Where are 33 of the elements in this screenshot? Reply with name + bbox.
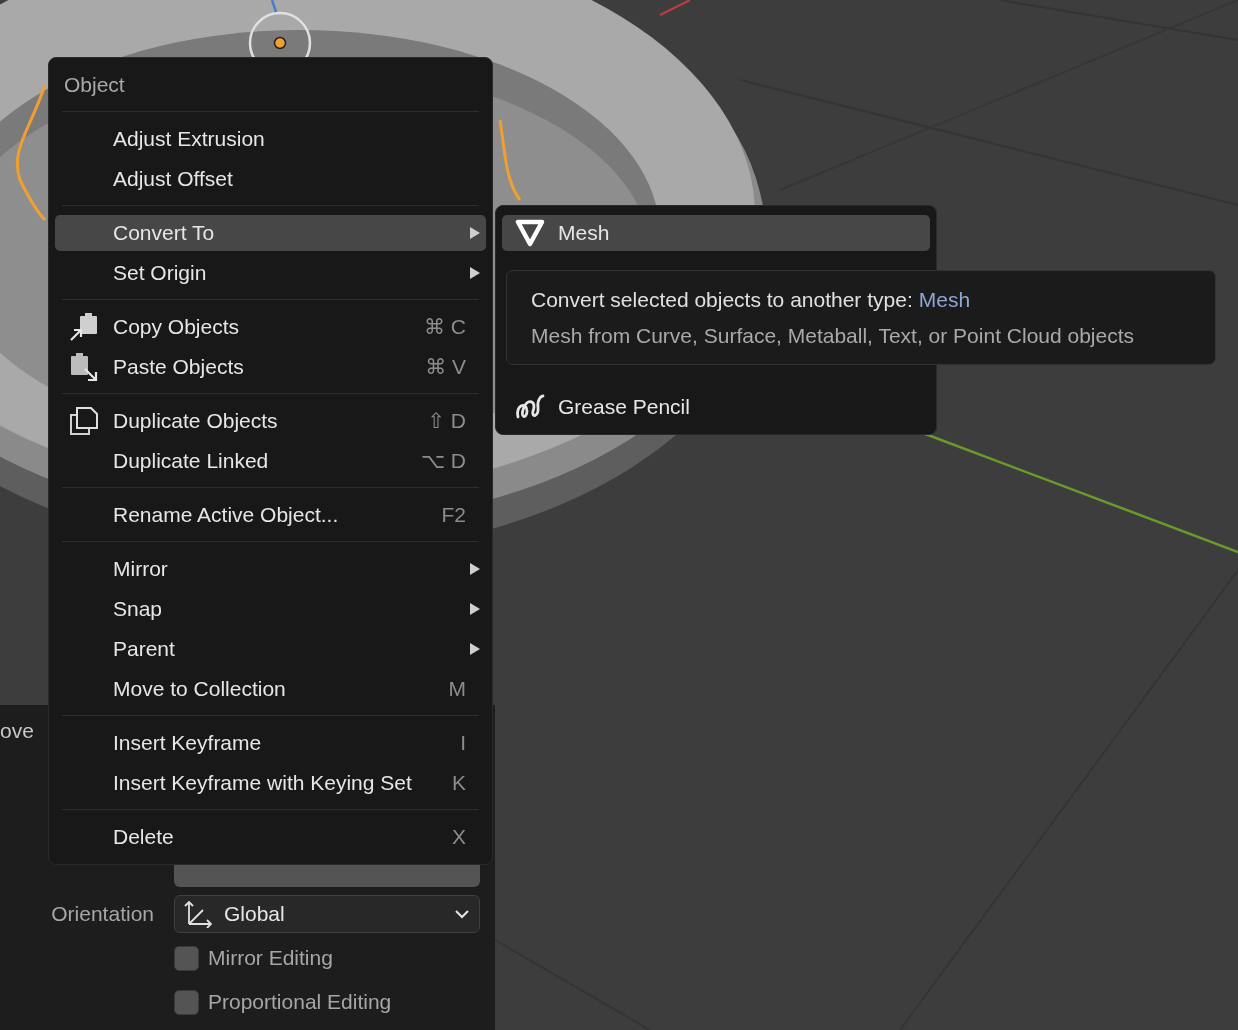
menu-item[interactable]: Insert Keyframe I [55, 725, 486, 761]
menu-item[interactable]: Parent [55, 631, 486, 667]
squiggle-icon [515, 393, 545, 421]
menu-item[interactable]: Duplicate Linked ⌥ D [55, 443, 486, 479]
axes-icon [184, 900, 212, 928]
duplicate-icon [69, 406, 99, 436]
menu-item[interactable]: Adjust Offset [55, 161, 486, 197]
menu-item[interactable]: Mirror [55, 551, 486, 587]
tooltip-text: Convert selected objects to another type: Mesh [531, 288, 972, 312]
menu-item[interactable]: Mesh [502, 215, 930, 251]
menu-item[interactable]: Grease Pencil [502, 389, 930, 425]
menu-item[interactable]: Copy Objects ⌘ C [55, 309, 486, 345]
menu-item[interactable]: Delete X [55, 819, 486, 855]
triangle-icon [515, 219, 545, 247]
menu-item[interactable]: Paste Objects ⌘ V [55, 349, 486, 385]
menu-item[interactable]: Duplicate Objects ⇧ D [55, 403, 486, 439]
paste-icon [69, 352, 99, 382]
checkbox-option[interactable]: Proportional Editing [174, 989, 392, 1015]
orientation-dropdown[interactable]: Global [174, 895, 480, 933]
field-label: Orientation [51, 902, 154, 926]
menu-item[interactable]: Rename Active Object... F2 [55, 497, 486, 533]
panel-title: ove [0, 719, 34, 743]
menu-item[interactable]: Snap [55, 591, 486, 627]
menu-item[interactable]: Set Origin [55, 255, 486, 291]
chevron-down-icon [455, 909, 469, 919]
menu-item[interactable]: Insert Keyframe with Keying Set K [55, 765, 486, 801]
menu-item[interactable]: Adjust Extrusion [55, 121, 486, 157]
menu-item[interactable]: Move to Collection M [55, 671, 486, 707]
checkbox-option[interactable]: Mirror Editing [174, 945, 333, 971]
copy-icon [69, 312, 99, 342]
menu-title: Object [63, 72, 126, 98]
menu-item[interactable]: Convert To [55, 215, 486, 251]
tooltip-detail: Mesh from Curve, Surface, Metaball, Text, or Point Cloud objects [531, 324, 1136, 348]
